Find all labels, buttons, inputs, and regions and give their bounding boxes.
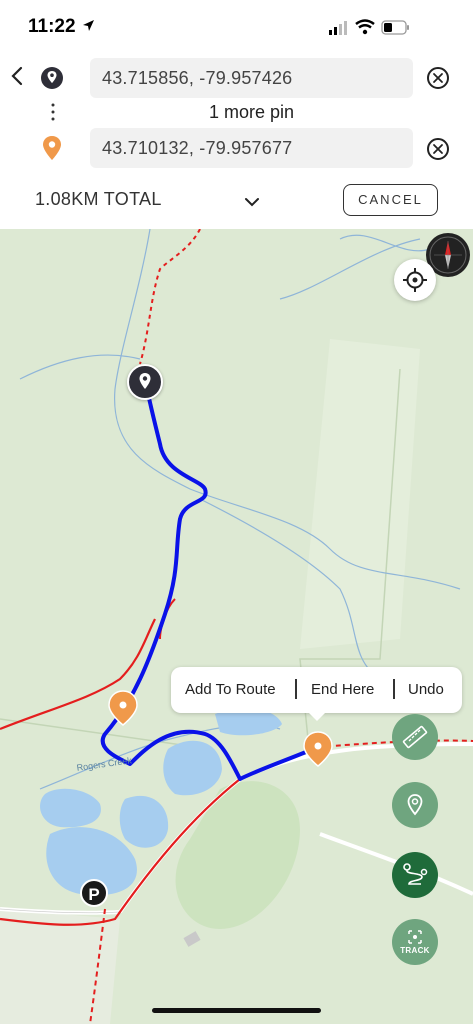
locate-me-button[interactable]	[394, 259, 436, 301]
location-arrow-icon	[83, 20, 94, 31]
trail-dashed	[139, 229, 201, 365]
start-coordinates-text: 43.715856, -79.957426	[102, 68, 293, 88]
pond	[40, 788, 101, 828]
distance-dropdown[interactable]	[244, 194, 260, 207]
track-button[interactable]: TRACK	[392, 919, 438, 965]
pond	[119, 795, 169, 848]
add-pin-button[interactable]	[392, 782, 438, 828]
track-label: TRACK	[400, 946, 430, 955]
stream	[19, 354, 141, 380]
waypoint-marker[interactable]	[108, 690, 138, 726]
route-button[interactable]	[392, 852, 438, 898]
start-marker[interactable]	[127, 364, 163, 400]
orange-pin-icon	[43, 136, 61, 160]
pin-icon	[139, 373, 151, 389]
map-pin-icon	[407, 794, 423, 816]
popup-divider	[393, 679, 395, 699]
start-coordinates-field[interactable]: 43.715856, -79.957426	[90, 58, 413, 98]
undo-button[interactable]: Undo	[408, 681, 444, 698]
end-marker[interactable]	[303, 731, 333, 767]
home-indicator	[152, 1008, 321, 1013]
start-pin-indicator	[38, 64, 66, 92]
wooded-area	[175, 781, 300, 929]
vertical-dots-icon	[51, 103, 55, 121]
signal-wifi-battery-icon	[329, 19, 409, 35]
clear-end-button[interactable]	[427, 138, 449, 160]
popup-divider	[295, 679, 297, 699]
ruler-icon	[402, 725, 428, 749]
planned-route[interactable]	[100, 382, 320, 781]
land-patch	[300, 339, 420, 649]
popup-pointer	[307, 711, 327, 721]
route-panel: 43.715856, -79.957426 1 more pin 43.7101…	[0, 56, 473, 229]
add-to-route-button[interactable]: Add To Route	[185, 681, 276, 698]
status-time: 11:22	[28, 16, 76, 37]
status-icons	[329, 18, 449, 38]
track-icon	[408, 930, 422, 944]
parking-marker[interactable]: P	[80, 879, 108, 907]
end-coordinates-text: 43.710132, -79.957677	[102, 138, 293, 158]
cancel-button[interactable]: CANCEL	[343, 184, 438, 216]
crosshair-icon	[403, 268, 427, 292]
end-pin-indicator	[40, 134, 64, 164]
map-canvas	[0, 229, 473, 1024]
measure-button[interactable]	[392, 714, 438, 760]
clear-start-button[interactable]	[427, 67, 449, 89]
status-bar: 11:22	[0, 0, 473, 56]
land-patch	[0, 909, 120, 1024]
close-icon	[433, 73, 443, 83]
map-view[interactable]: P Rogers Creek Add To Route End Here Und…	[0, 229, 473, 1024]
close-icon	[433, 144, 443, 154]
route-icon	[403, 863, 428, 885]
chevron-down-icon	[245, 198, 259, 207]
building	[183, 931, 201, 947]
more-pins-dots	[50, 102, 56, 124]
total-distance: 1.08KM TOTAL	[35, 189, 162, 209]
chevron-left-icon	[11, 66, 23, 86]
back-button[interactable]	[6, 62, 28, 92]
pin-icon	[41, 67, 63, 89]
end-here-button[interactable]: End Here	[311, 681, 374, 698]
stream	[339, 234, 431, 252]
end-coordinates-field[interactable]: 43.710132, -79.957677	[90, 128, 413, 168]
route-action-popup: Add To Route End Here Undo	[171, 667, 462, 721]
more-pins-label[interactable]: 1 more pin	[90, 102, 413, 123]
pond	[163, 740, 222, 796]
